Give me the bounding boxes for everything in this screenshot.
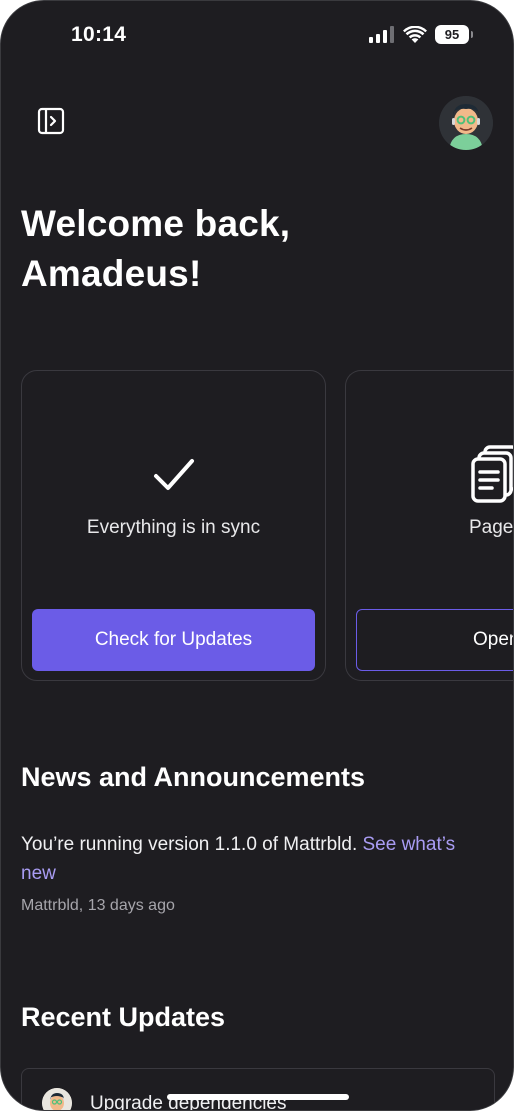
pages-icon [471, 445, 513, 503]
news-text: You’re running version 1.1.0 of Mattrbld… [21, 830, 491, 888]
status-icons: 95 [369, 25, 473, 44]
welcome-line-1: Welcome back, [21, 203, 291, 244]
sync-card: Everything is in sync Check for Updates [21, 370, 326, 681]
phone-screen: 10:14 95 Welcome back, Amadeus! Everythi… [0, 0, 514, 1111]
wifi-icon [403, 25, 427, 43]
pages-card: Pages Open [345, 370, 514, 681]
recent-updates-heading: Recent Updates [21, 1002, 226, 1032]
author-avatar-icon [42, 1088, 72, 1110]
news-heading: News and Announcements [21, 762, 366, 792]
open-pages-button[interactable]: Open [356, 609, 513, 671]
news-body: You’re running version 1.1.0 of Mattrbld… [21, 834, 363, 855]
sidebar-toggle-button[interactable] [35, 105, 67, 137]
battery-indicator: 95 [435, 25, 473, 44]
avatar-icon [439, 96, 493, 150]
home-indicator [167, 1094, 349, 1100]
pages-label: Pages [469, 517, 514, 538]
welcome-heading: Welcome back, Amadeus! [21, 199, 491, 299]
cellular-signal-icon [369, 26, 394, 43]
check-for-updates-button[interactable]: Check for Updates [32, 609, 315, 671]
welcome-line-2: Amadeus! [21, 253, 202, 294]
user-avatar[interactable] [439, 96, 493, 150]
sidebar-toggle-icon [37, 107, 65, 135]
status-time: 10:14 [71, 23, 127, 46]
update-list-item[interactable]: Upgrade dependencies [21, 1068, 495, 1110]
news-meta: Mattrbld, 13 days ago [21, 897, 175, 914]
author-avatar [42, 1088, 72, 1110]
sync-status-text: Everything is in sync [86, 517, 261, 538]
checkmark-icon [154, 459, 194, 490]
